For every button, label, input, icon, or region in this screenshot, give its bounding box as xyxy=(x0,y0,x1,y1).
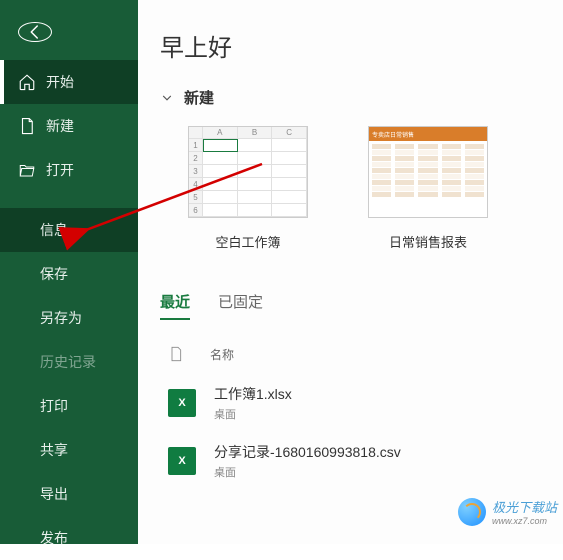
nav-new-label: 新建 xyxy=(46,116,74,136)
nav-history[interactable]: 历史记录 xyxy=(0,340,138,384)
watermark: 极光下载站 www.xz7.com xyxy=(458,497,557,526)
file-name: 分享记录-1680160993818.csv xyxy=(214,442,401,462)
template-blank-thumb: A B C 1 2 3 4 5 6 xyxy=(188,126,308,218)
nav-new[interactable]: 新建 xyxy=(0,104,138,148)
file-location: 桌面 xyxy=(214,406,292,422)
template-daily-sales[interactable]: 专卖店日常销售 日常销售报表 xyxy=(368,126,488,251)
nav-save-as[interactable]: 另存为 xyxy=(0,296,138,340)
excel-file-icon: X xyxy=(168,447,196,475)
tab-pinned[interactable]: 已固定 xyxy=(218,291,263,320)
home-icon xyxy=(18,73,36,91)
chevron-down-icon xyxy=(160,91,174,105)
excel-file-icon: X xyxy=(168,389,196,417)
watermark-line1: 极光下载站 xyxy=(492,500,557,515)
file-location: 桌面 xyxy=(214,464,401,480)
tab-recent[interactable]: 最近 xyxy=(160,291,190,320)
file-list-name-col: 名称 xyxy=(210,346,234,363)
template-blank-workbook[interactable]: A B C 1 2 3 4 5 6 空白工作簿 xyxy=(188,126,308,251)
arrow-left-icon xyxy=(26,23,44,41)
file-name: 工作簿1.xlsx xyxy=(214,384,292,404)
new-file-icon xyxy=(18,117,36,135)
watermark-logo-icon xyxy=(458,498,486,526)
template-sales-label: 日常销售报表 xyxy=(389,232,467,251)
file-icon xyxy=(168,344,184,364)
nav-save[interactable]: 保存 xyxy=(0,252,138,296)
nav-print[interactable]: 打印 xyxy=(0,384,138,428)
folder-open-icon xyxy=(18,161,36,179)
recent-tabs: 最近 已固定 xyxy=(160,291,541,320)
main-panel: 早上好 新建 A B C 1 2 3 4 5 6 空白工作簿 xyxy=(138,0,563,544)
templates-row: A B C 1 2 3 4 5 6 空白工作簿 专卖店日常销售 xyxy=(160,126,541,251)
nav-export[interactable]: 导出 xyxy=(0,472,138,516)
nav-home-label: 开始 xyxy=(46,72,74,92)
sidebar: 开始 新建 打开 信息 保存 另存为 历史记录 打印 共享 导出 发布 xyxy=(0,0,138,544)
nav-publish[interactable]: 发布 xyxy=(0,516,138,560)
nav-open-label: 打开 xyxy=(46,160,74,180)
file-row-workbook1[interactable]: X 工作簿1.xlsx 桌面 xyxy=(160,374,541,432)
section-new-label: 新建 xyxy=(184,87,214,108)
template-sales-thumb: 专卖店日常销售 xyxy=(368,126,488,218)
nav-home[interactable]: 开始 xyxy=(0,60,138,104)
nav-info[interactable]: 信息 xyxy=(0,208,138,252)
watermark-line2: www.xz7.com xyxy=(492,516,557,526)
template-blank-label: 空白工作簿 xyxy=(215,232,280,251)
file-list-header: 名称 xyxy=(160,330,541,374)
nav-share[interactable]: 共享 xyxy=(0,428,138,472)
file-row-share-record[interactable]: X 分享记录-1680160993818.csv 桌面 xyxy=(160,432,541,490)
back-button[interactable] xyxy=(18,22,52,42)
nav-open[interactable]: 打开 xyxy=(0,148,138,192)
section-new-toggle[interactable]: 新建 xyxy=(160,87,541,108)
greeting-title: 早上好 xyxy=(160,28,541,63)
